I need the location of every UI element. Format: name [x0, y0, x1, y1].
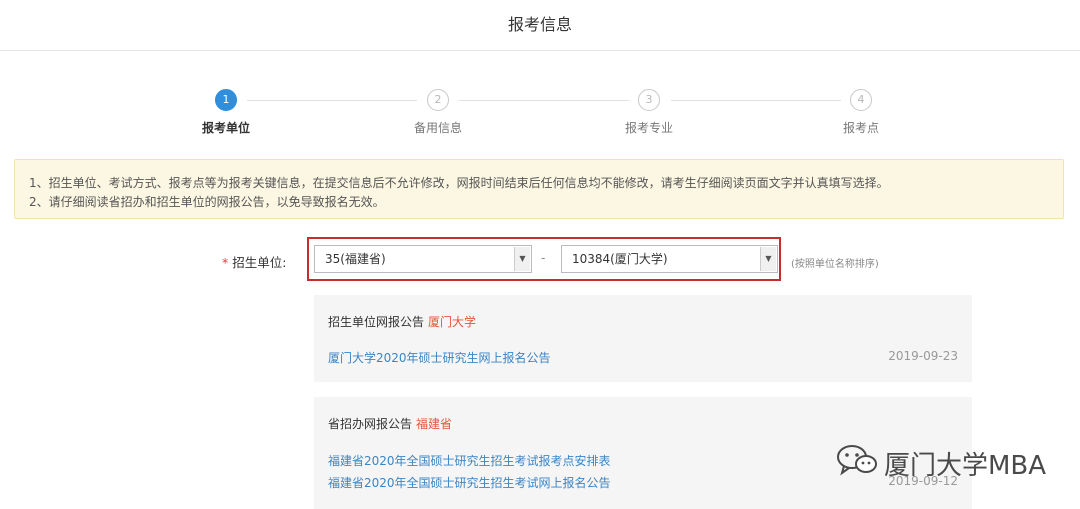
step-4-circle[interactable]: 4: [850, 89, 872, 111]
announcement-link[interactable]: 厦门大学2020年硕士研究生网上报名公告: [328, 349, 551, 366]
panel-title-highlight: 福建省: [416, 417, 453, 431]
step-4-label: 报考点: [842, 121, 879, 135]
unit-announcement-panel: 招生单位网报公告 厦门大学 厦门大学2020年硕士研究生网上报名公告 2019-0…: [314, 295, 972, 382]
select-separator: -: [541, 251, 546, 265]
unit-label-text: 招生单位:: [232, 255, 287, 270]
notice-line-2: 2、请仔细阅读省招办和招生单位的网报公告，以免导致报名无效。: [29, 195, 385, 209]
step-2-label: 备用信息: [413, 121, 462, 135]
unit-field-label: * 招生单位:: [222, 252, 286, 271]
required-mark: *: [222, 255, 229, 270]
wechat-icon: [837, 445, 877, 476]
panel-title-text: 招生单位网报公告: [328, 315, 425, 329]
step-3-label: 报考专业: [624, 121, 673, 135]
step-connector: [671, 100, 841, 101]
step-3-circle[interactable]: 3: [638, 89, 660, 111]
notice-box: 1、招生单位、考试方式、报考点等为报考关键信息，在提交信息后不允许修改，网报时间…: [14, 159, 1064, 219]
notice-line-1: 1、招生单位、考试方式、报考点等为报考关键信息，在提交信息后不允许修改，网报时间…: [29, 176, 889, 190]
sort-hint: (按照单位名称排序): [791, 259, 879, 270]
province-select-value: 35(福建省): [325, 252, 386, 266]
announcement-link[interactable]: 福建省2020年全国硕士研究生招生考试网上报名公告: [328, 474, 611, 491]
announcement-date: 2019-09-23: [888, 349, 958, 363]
step-connector: [459, 100, 629, 101]
step-1-circle[interactable]: 1: [215, 89, 237, 111]
unit-select-value: 10384(厦门大学): [572, 252, 668, 266]
step-2-circle[interactable]: 2: [427, 89, 449, 111]
watermark-text: 厦门大学MBA: [884, 451, 1047, 481]
province-select[interactable]: 35(福建省) ▼: [314, 245, 532, 273]
chevron-down-icon[interactable]: ▼: [760, 247, 776, 271]
page-title: 报考信息: [507, 15, 572, 34]
announcement-link[interactable]: 福建省2020年全国硕士研究生招生考试报考点安排表: [328, 452, 611, 469]
page-header: 报考信息: [0, 0, 1080, 51]
panel-title-text: 省招办网报公告: [328, 417, 413, 431]
panel-title-highlight: 厦门大学: [428, 315, 477, 329]
chevron-down-icon[interactable]: ▼: [514, 247, 530, 271]
unit-select[interactable]: 10384(厦门大学) ▼: [561, 245, 778, 273]
watermark: 厦门大学MBA: [836, 443, 1046, 481]
province-announcement-title: 省招办网报公告 福建省: [328, 415, 452, 432]
step-1-label: 报考单位: [201, 121, 250, 135]
unit-announcement-title: 招生单位网报公告 厦门大学: [328, 313, 476, 330]
step-connector: [247, 100, 417, 101]
